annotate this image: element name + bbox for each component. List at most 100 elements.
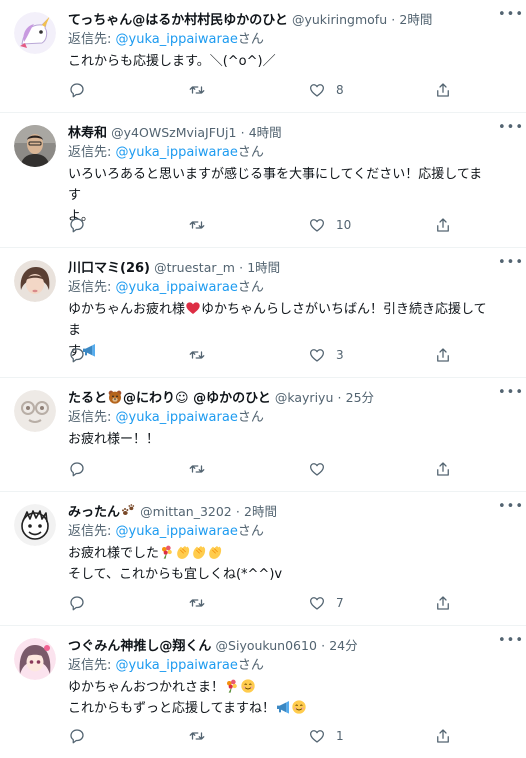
display-name[interactable]: つぐみん神推し@翔くん bbox=[68, 639, 211, 654]
reply-header: 川口マミ(26) @truestar_m · 1時間 bbox=[68, 258, 490, 278]
user-handle[interactable]: @Siyoukun0610 bbox=[216, 638, 317, 653]
anime-girl-avatar[interactable] bbox=[14, 638, 56, 680]
reply-button[interactable] bbox=[68, 215, 86, 235]
share-icon bbox=[434, 594, 452, 612]
timestamp[interactable]: 25分 bbox=[346, 390, 374, 405]
mention-link[interactable]: @yuka_ippaiwarae bbox=[116, 658, 238, 673]
separator-dot: · bbox=[235, 504, 240, 519]
reply-header: たると @にわり☺ @ゆかのひと @kayriyu · 25分 bbox=[68, 388, 490, 408]
reply-header: みったん @mittan_3202 · 2時間 bbox=[68, 502, 490, 522]
more-options-icon[interactable]: ••• bbox=[498, 256, 523, 272]
like-button[interactable]: 1 bbox=[308, 726, 344, 746]
reply-item[interactable]: てっちゃん@はるか村村民ゆかのひと @yukiringmofu · 2時間 返信… bbox=[0, 0, 526, 113]
retweet-button[interactable] bbox=[188, 726, 206, 746]
bear-emoji-icon bbox=[107, 389, 123, 405]
mention-link[interactable]: @yuka_ippaiwarae bbox=[116, 410, 238, 425]
like-count: 3 bbox=[336, 348, 344, 362]
like-button[interactable]: 8 bbox=[308, 80, 344, 100]
timestamp[interactable]: 2時間 bbox=[244, 504, 277, 519]
reply-text: お疲れ様でした そして、これからも宜しくね(*^^)v bbox=[68, 543, 490, 585]
timestamp[interactable]: 2時間 bbox=[399, 12, 432, 27]
mention-link[interactable]: @yuka_ippaiwarae bbox=[116, 280, 238, 295]
more-options-icon[interactable]: ••• bbox=[498, 8, 523, 24]
honorific: さん bbox=[237, 524, 264, 539]
display-name[interactable]: てっちゃん@はるか村村民ゆかのひと bbox=[68, 13, 288, 28]
reply-to-line: 返信先: @yuka_ippaiwaraeさん bbox=[68, 143, 490, 163]
share-button[interactable] bbox=[434, 593, 452, 613]
reply-item[interactable]: 川口マミ(26) @truestar_m · 1時間 返信先: @yuka_ip… bbox=[0, 248, 526, 378]
man-photo-avatar[interactable] bbox=[14, 125, 56, 167]
unicorn-avatar[interactable] bbox=[14, 12, 56, 54]
reply-to-line: 返信先: @yuka_ippaiwaraeさん bbox=[68, 656, 490, 676]
mention-link[interactable]: @yuka_ippaiwarae bbox=[116, 145, 238, 160]
more-options-icon[interactable]: ••• bbox=[498, 634, 523, 650]
heart-icon bbox=[308, 460, 326, 478]
retweet-button[interactable] bbox=[188, 459, 206, 479]
share-icon bbox=[434, 81, 452, 99]
reply-item[interactable]: みったん @mittan_3202 · 2時間 返信先: @yuka_ippai… bbox=[0, 492, 526, 626]
share-button[interactable] bbox=[434, 726, 452, 746]
action-bar: 8 bbox=[68, 80, 454, 100]
reply-item[interactable]: つぐみん神推し@翔くん @Siyoukun0610 · 24分 返信先: @yu… bbox=[0, 626, 526, 758]
display-name[interactable]: 林寿和 bbox=[68, 126, 107, 141]
drawing-avatar[interactable] bbox=[14, 390, 56, 432]
separator-dot: · bbox=[240, 125, 245, 140]
share-button[interactable] bbox=[434, 80, 452, 100]
retweet-button[interactable] bbox=[188, 80, 206, 100]
retweet-button[interactable] bbox=[188, 345, 206, 365]
action-bar: 7 bbox=[68, 593, 454, 613]
share-button[interactable] bbox=[434, 215, 452, 235]
sketch-face-avatar[interactable] bbox=[14, 504, 56, 546]
more-options-icon[interactable]: ••• bbox=[498, 500, 523, 516]
display-name[interactable]: みったん bbox=[68, 504, 136, 520]
reply-to-line: 返信先: @yuka_ippaiwaraeさん bbox=[68, 30, 490, 50]
reply-to-line: 返信先: @yuka_ippaiwaraeさん bbox=[68, 522, 490, 542]
share-button[interactable] bbox=[434, 345, 452, 365]
smiling-face-emoji-icon bbox=[240, 678, 256, 694]
display-name[interactable]: 川口マミ(26) bbox=[68, 261, 150, 276]
reply-button[interactable] bbox=[68, 345, 86, 365]
reply-button[interactable] bbox=[68, 80, 86, 100]
reply-button[interactable] bbox=[68, 459, 86, 479]
more-options-icon[interactable]: ••• bbox=[498, 386, 523, 402]
user-handle[interactable]: @y4OWSzMviaJFUj1 bbox=[111, 125, 236, 140]
share-button[interactable] bbox=[434, 459, 452, 479]
mention-link[interactable]: @yuka_ippaiwarae bbox=[116, 32, 238, 47]
heart-icon bbox=[308, 594, 326, 612]
separator-dot: · bbox=[239, 260, 244, 275]
clapping-hands-emoji-icon bbox=[175, 544, 191, 560]
like-button[interactable]: 10 bbox=[308, 215, 351, 235]
display-name[interactable]: たると @にわり☺ @ゆかのひと bbox=[68, 389, 271, 406]
like-button[interactable] bbox=[308, 459, 336, 479]
heart-icon bbox=[308, 81, 326, 99]
like-button[interactable]: 3 bbox=[308, 345, 344, 365]
honorific: さん bbox=[237, 280, 264, 295]
timestamp[interactable]: 4時間 bbox=[249, 125, 282, 140]
reply-header: つぐみん神推し@翔くん @Siyoukun0610 · 24分 bbox=[68, 636, 490, 656]
reply-item[interactable]: たると @にわり☺ @ゆかのひと @kayriyu · 25分 返信先: @yuk… bbox=[0, 378, 526, 492]
reply-button[interactable] bbox=[68, 593, 86, 613]
user-handle[interactable]: @mittan_3202 bbox=[140, 504, 232, 519]
user-handle[interactable]: @yukiringmofu bbox=[292, 12, 387, 27]
reply-text-part: ゆかちゃんお疲れ様 bbox=[68, 302, 186, 317]
reply-icon bbox=[68, 460, 86, 478]
timestamp[interactable]: 1時間 bbox=[247, 260, 280, 275]
user-handle[interactable]: @kayriyu bbox=[275, 390, 334, 405]
retweet-button[interactable] bbox=[188, 215, 206, 235]
like-button[interactable]: 7 bbox=[308, 593, 344, 613]
more-options-icon[interactable]: ••• bbox=[498, 121, 523, 137]
reply-button[interactable] bbox=[68, 726, 86, 746]
smiling-face-emoji-icon bbox=[291, 699, 307, 715]
display-name-part: みったん bbox=[68, 505, 121, 520]
reply-text: ゆかちゃんおつかれさま！ これからもずっと応援してますね！ bbox=[68, 677, 490, 719]
separator-dot: · bbox=[321, 638, 326, 653]
action-bar: 1 bbox=[68, 726, 454, 746]
reply-feed: てっちゃん@はるか村村民ゆかのひと @yukiringmofu · 2時間 返信… bbox=[0, 0, 526, 758]
reply-item[interactable]: 林寿和 @y4OWSzMviaJFUj1 · 4時間 返信先: @yuka_ip… bbox=[0, 113, 526, 248]
user-handle[interactable]: @truestar_m bbox=[154, 260, 235, 275]
timestamp[interactable]: 24分 bbox=[329, 638, 357, 653]
retweet-button[interactable] bbox=[188, 593, 206, 613]
woman-photo-avatar[interactable] bbox=[14, 260, 56, 302]
mention-link[interactable]: @yuka_ippaiwarae bbox=[116, 524, 238, 539]
reply-to-label: 返信先: bbox=[68, 658, 116, 673]
